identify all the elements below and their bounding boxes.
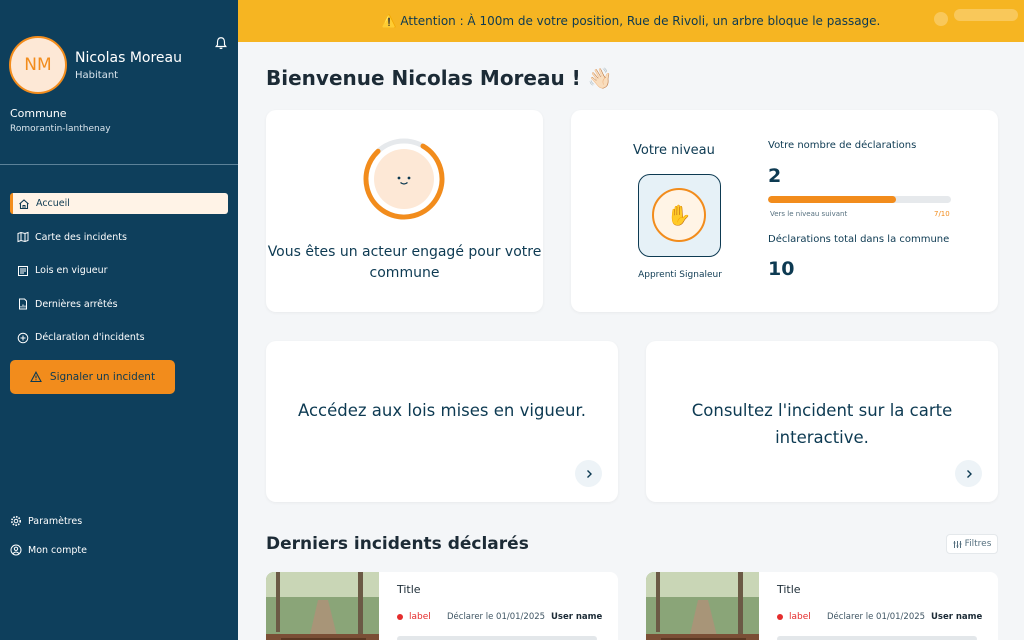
chevron-right-icon	[966, 469, 972, 478]
user-profile[interactable]: NM Nicolas Moreau Habitant	[9, 36, 182, 94]
level-card: Votre niveau ✋ Apprenti Signaleur Votre …	[571, 110, 998, 312]
sidebar-item-label: Carte des incidents	[35, 231, 127, 243]
banner-dot	[934, 12, 948, 26]
sidebar-item-label: Déclaration d'incidents	[35, 332, 145, 343]
incident-description-placeholder	[777, 636, 977, 640]
incident-date: Déclarer le 01/01/2025	[447, 612, 546, 622]
sidebar-item-label: Dernières arrêtés	[35, 298, 118, 310]
laws-card[interactable]: Accédez aux lois mises en vigueur.	[266, 341, 618, 502]
sidebar-item-compte[interactable]: Mon compte	[10, 540, 87, 560]
report-incident-label: Signaler un incident	[49, 371, 156, 383]
incident-card[interactable]: Title label Déclarer le 01/01/2025 User …	[646, 572, 998, 640]
declarations-count: 2	[768, 165, 782, 187]
level-badge: ✋	[638, 174, 721, 257]
waving-hand-icon: ✋	[652, 188, 706, 242]
incident-user: User name	[931, 612, 983, 622]
level-badge-label: Apprenti Signaleur	[638, 270, 722, 280]
sidebar-item-lois[interactable]: Lois en vigueur	[10, 260, 228, 281]
document-icon	[19, 298, 27, 310]
sidebar-item-label: Accueil	[36, 198, 70, 209]
sidebar-item-accueil[interactable]: Accueil	[10, 193, 228, 214]
report-incident-button[interactable]: Signaler un incident	[10, 360, 175, 394]
home-icon	[19, 198, 29, 209]
avatar: NM	[9, 36, 67, 94]
bell-icon[interactable]	[214, 36, 228, 50]
plus-circle-icon	[17, 332, 29, 343]
page-title: Bienvenue Nicolas Moreau ! 👋🏻	[266, 66, 613, 90]
sidebar-item-label: Paramètres	[28, 515, 83, 527]
section-title: Derniers incidents déclarés	[266, 534, 529, 554]
commune-value: Romorantin-lanthenay	[10, 124, 111, 134]
total-declarations-count: 10	[768, 258, 795, 280]
engagement-text: Vous êtes un acteur engagé pour votre co…	[267, 244, 542, 281]
warning-icon	[29, 371, 42, 383]
engagement-ring	[363, 138, 445, 220]
incident-card[interactable]: Title label Déclarer le 01/01/2025 User …	[266, 572, 618, 640]
commune-label: Commune	[10, 107, 67, 120]
incident-description-placeholder	[397, 636, 597, 640]
sidebar-bottom-nav: Paramètres Mon compte	[10, 511, 87, 569]
level-title: Votre niveau	[633, 143, 715, 158]
sidebar-item-label: Mon compte	[28, 544, 87, 556]
gear-icon	[11, 516, 21, 526]
filter-button[interactable]: Filtres	[946, 534, 998, 554]
chevron-right-icon	[586, 469, 592, 478]
status-dot	[397, 614, 403, 620]
level-progress-bar	[768, 196, 951, 203]
sidebar-divider	[0, 164, 238, 165]
filter-label: Filtres	[964, 539, 992, 549]
sidebar-item-carte[interactable]: Carte des incidents	[10, 227, 228, 248]
sidebar-item-declaration[interactable]: Déclaration d'incidents	[10, 327, 228, 348]
sidebar-item-arretes[interactable]: Dernières arrêtés	[10, 294, 228, 315]
incident-user: User name	[551, 612, 603, 622]
progress-count: 7/10	[934, 210, 950, 218]
incident-title: Title	[397, 583, 421, 596]
user-name: Nicolas Moreau	[75, 49, 182, 66]
declarations-title: Votre nombre de déclarations	[768, 140, 917, 151]
incident-label: label	[409, 612, 431, 622]
progress-label: Vers le niveau suivant	[770, 210, 848, 218]
map-card-text: Consultez l'incident sur la carte intera…	[691, 401, 953, 447]
sidebar: NM Nicolas Moreau Habitant Commune Romor…	[0, 0, 238, 640]
sidebar-item-parametres[interactable]: Paramètres	[10, 511, 87, 531]
user-role: Habitant	[75, 69, 119, 81]
incident-title: Title	[777, 583, 801, 596]
engagement-card: Vous êtes un acteur engagé pour votre co…	[266, 110, 543, 312]
total-declarations-title: Déclarations total dans la commune	[768, 234, 950, 245]
alert-text: ⚠️ Attention : À 100m de votre position,…	[381, 14, 881, 28]
alert-banner: ⚠️ Attention : À 100m de votre position,…	[238, 0, 1024, 42]
map-arrow-button[interactable]	[955, 460, 982, 487]
incident-date: Déclarer le 01/01/2025	[827, 612, 926, 622]
laws-card-text: Accédez aux lois mises en vigueur.	[297, 401, 586, 420]
map-icon	[17, 231, 29, 243]
status-dot	[777, 614, 783, 620]
user-icon	[10, 544, 22, 556]
law-icon	[18, 265, 28, 276]
level-progress-fill	[768, 196, 897, 203]
incident-label: label	[789, 612, 811, 622]
map-card[interactable]: Consultez l'incident sur la carte intera…	[646, 341, 998, 502]
banner-pill	[954, 9, 1018, 21]
incident-image	[646, 572, 759, 640]
sidebar-item-label: Lois en vigueur	[35, 265, 108, 276]
filter-icon	[953, 540, 962, 548]
laws-arrow-button[interactable]	[575, 460, 602, 487]
sidebar-nav: Accueil Carte des incidents Lois en vigu…	[10, 193, 228, 361]
incident-image	[266, 572, 379, 640]
